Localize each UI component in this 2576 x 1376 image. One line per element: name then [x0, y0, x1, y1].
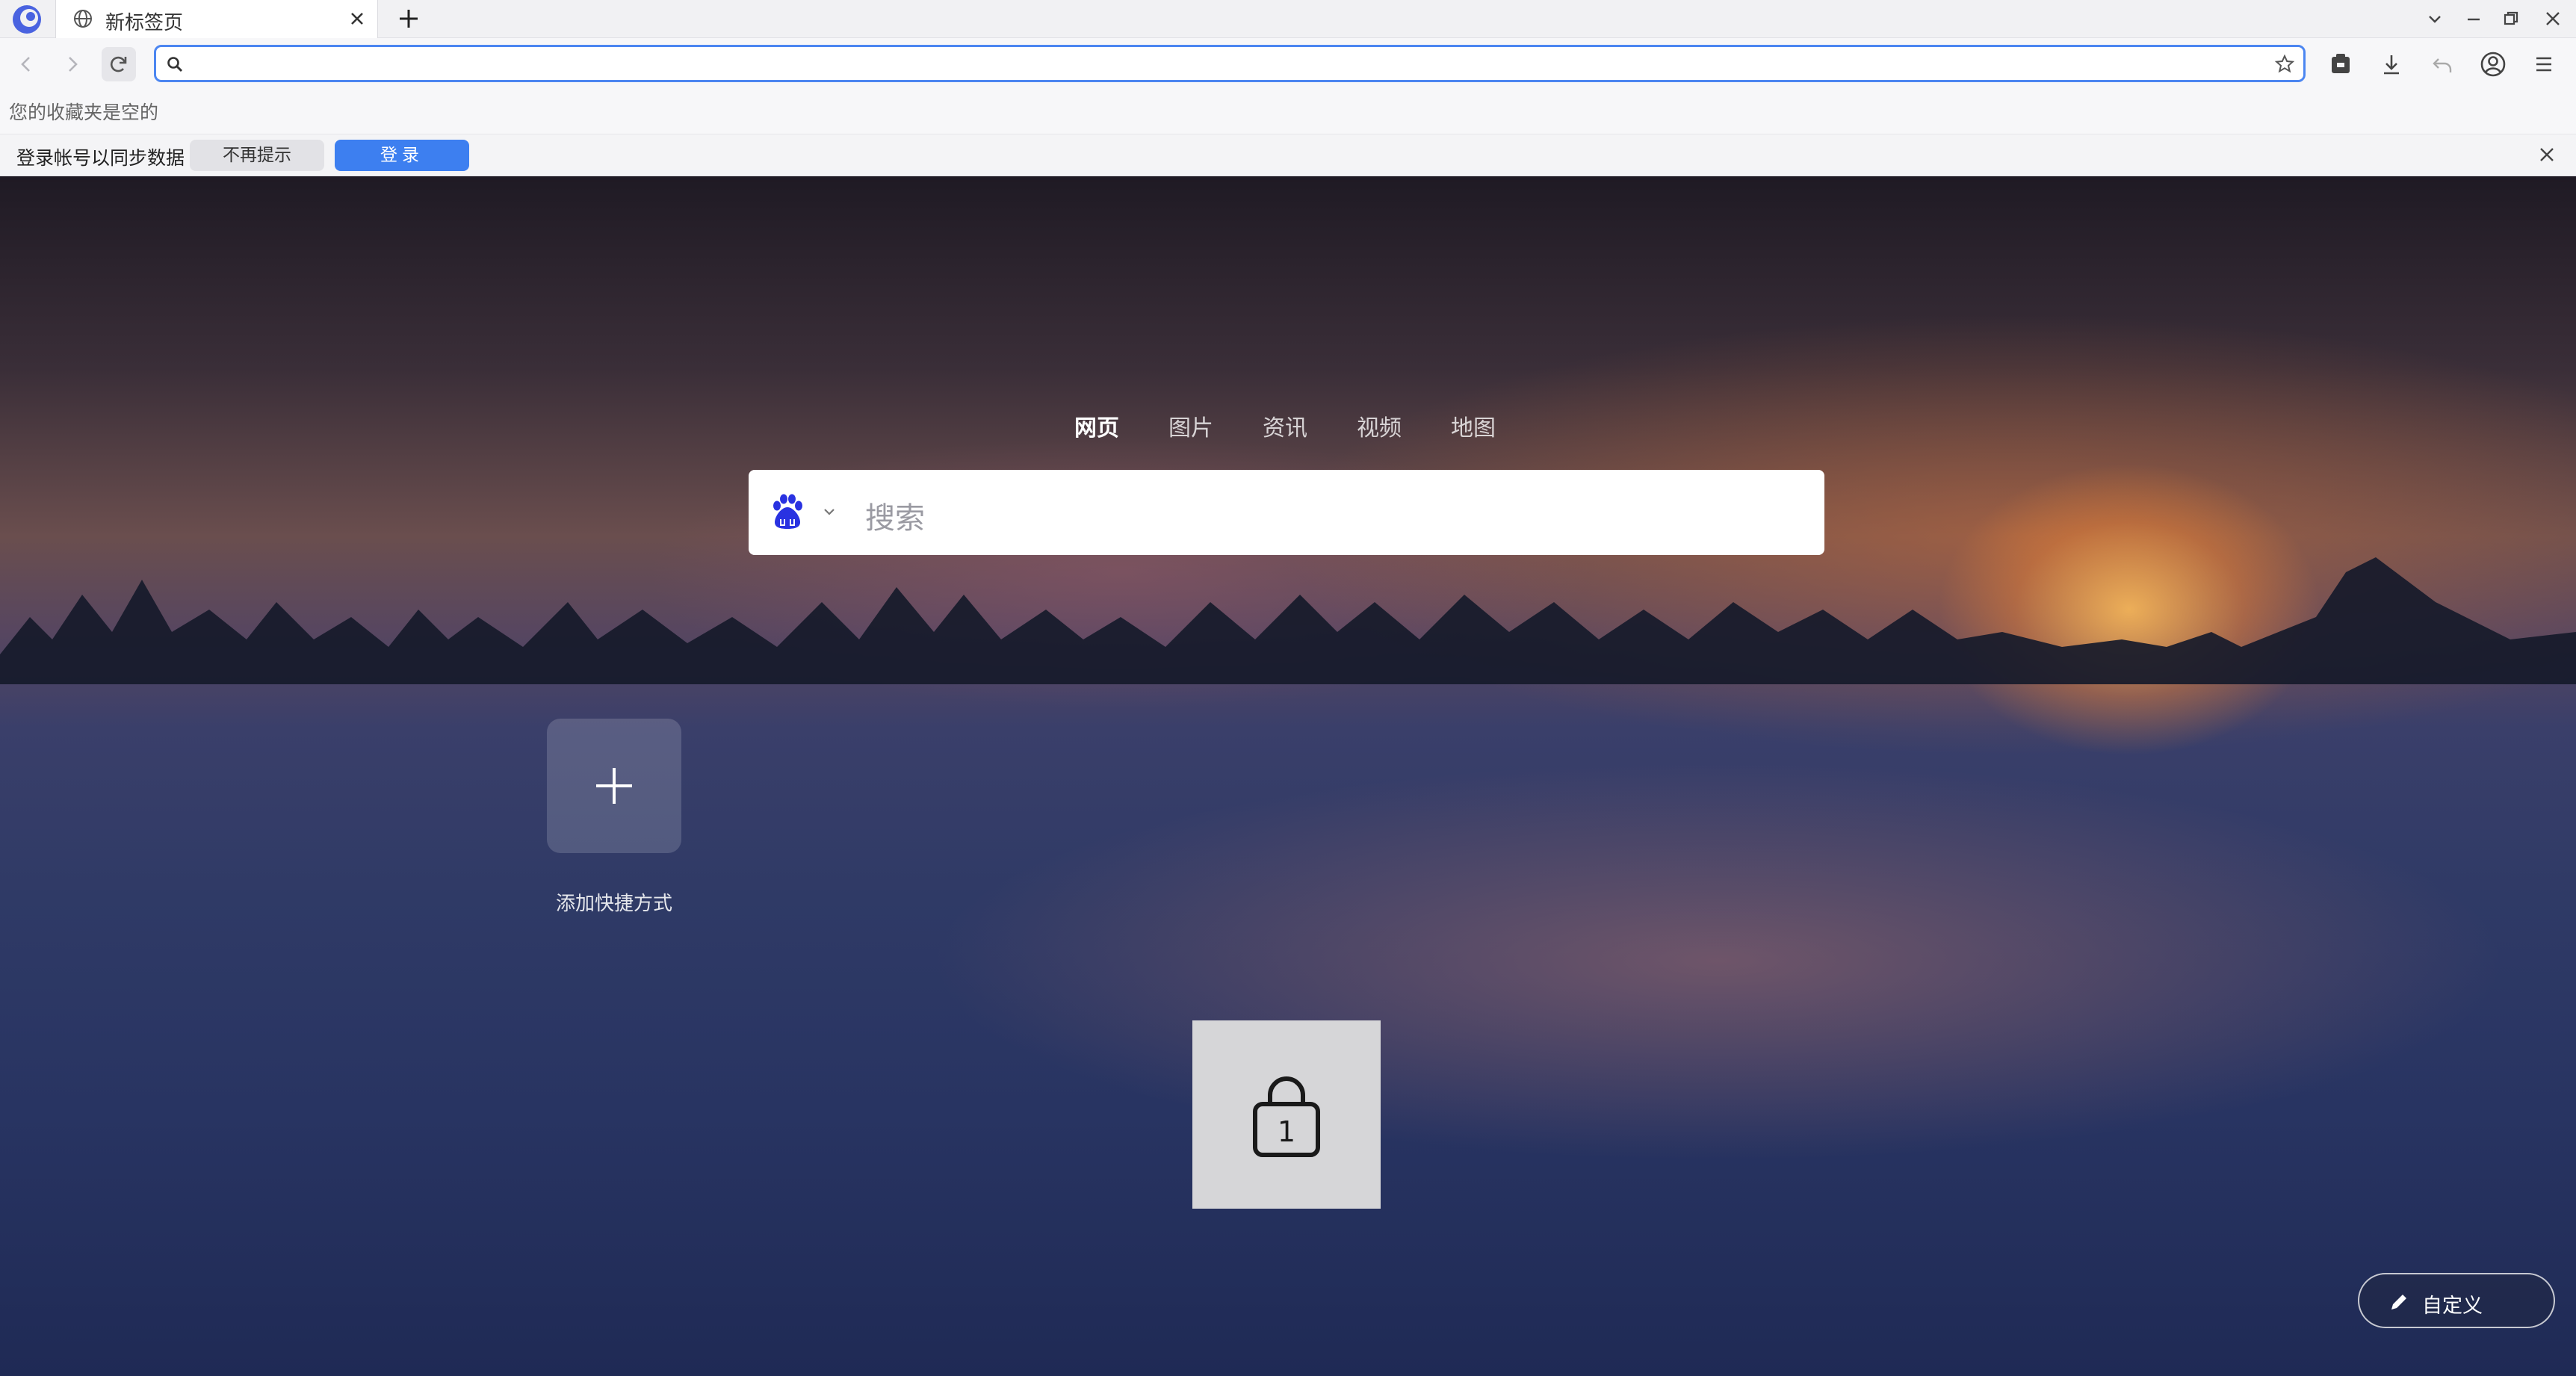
- address-bar[interactable]: [154, 45, 2306, 82]
- menu-icon[interactable]: [2530, 50, 2558, 78]
- locked-card[interactable]: 1: [1192, 1020, 1381, 1209]
- add-shortcut-label: 添加快捷方式: [555, 893, 672, 915]
- app-logo-icon[interactable]: [10, 3, 43, 36]
- close-icon[interactable]: [346, 7, 368, 30]
- search-tab-maps[interactable]: 地图: [1451, 409, 1496, 442]
- customize-label: 自定义: [2422, 1295, 2483, 1318]
- tab-strip: 新标签页: [0, 0, 2576, 38]
- search-tab-web[interactable]: 网页: [1074, 409, 1119, 442]
- search-tab-news[interactable]: 资讯: [1263, 409, 1307, 442]
- search-placeholder: 搜索: [865, 501, 925, 536]
- add-shortcut-button[interactable]: [547, 719, 681, 853]
- lock-number: 1: [1278, 1115, 1295, 1148]
- dont-show-again-button[interactable]: 不再提示: [190, 140, 324, 171]
- globe-icon: [74, 10, 92, 28]
- forward-icon[interactable]: [55, 47, 90, 81]
- minimize-icon[interactable]: [2462, 7, 2485, 30]
- star-icon[interactable]: [2273, 53, 2296, 75]
- restore-icon[interactable]: [2500, 7, 2522, 30]
- bookmark-bar: 您的收藏夹是空的: [0, 90, 2576, 134]
- baidu-paw-icon[interactable]: [768, 492, 807, 531]
- tab-title: 新标签页: [105, 12, 184, 34]
- search-tab-videos[interactable]: 视频: [1357, 409, 1402, 442]
- search-category-tabs: 网页 图片 资讯 视频 地图: [0, 409, 2576, 442]
- chevron-down-icon[interactable]: [820, 503, 838, 521]
- chevron-down-icon[interactable]: [2424, 7, 2446, 30]
- toolbar: [0, 38, 2576, 90]
- plus-icon: [596, 768, 632, 804]
- tab-new-tab[interactable]: 新标签页: [55, 0, 378, 38]
- search-icon: [167, 57, 183, 72]
- account-icon[interactable]: [2479, 50, 2507, 78]
- sync-infobar: 登录帐号以同步数据 不再提示 登录: [0, 134, 2576, 176]
- extension-icon[interactable]: [2326, 50, 2355, 78]
- customize-button[interactable]: 自定义: [2358, 1273, 2555, 1328]
- lock-icon: 1: [1253, 1076, 1320, 1157]
- pencil-icon: [2391, 1295, 2406, 1310]
- undo-icon[interactable]: [2428, 50, 2456, 78]
- plus-icon[interactable]: [396, 6, 421, 31]
- search-tab-images[interactable]: 图片: [1168, 409, 1213, 442]
- reload-icon[interactable]: [102, 47, 136, 81]
- back-icon[interactable]: [9, 47, 43, 81]
- login-button[interactable]: 登录: [335, 140, 469, 171]
- infobar-close-icon[interactable]: [2536, 143, 2558, 166]
- bookmarks-empty-text: 您的收藏夹是空的: [9, 102, 159, 123]
- download-icon[interactable]: [2377, 50, 2406, 78]
- window-close-icon[interactable]: [2542, 7, 2564, 30]
- address-input[interactable]: [195, 50, 2245, 78]
- search-box[interactable]: 搜索: [749, 470, 1824, 555]
- new-tab-page: 网页 图片 资讯 视频 地图 搜索 添加快捷方式 1 自定义: [0, 176, 2576, 1376]
- sync-message: 登录帐号以同步数据: [16, 147, 185, 169]
